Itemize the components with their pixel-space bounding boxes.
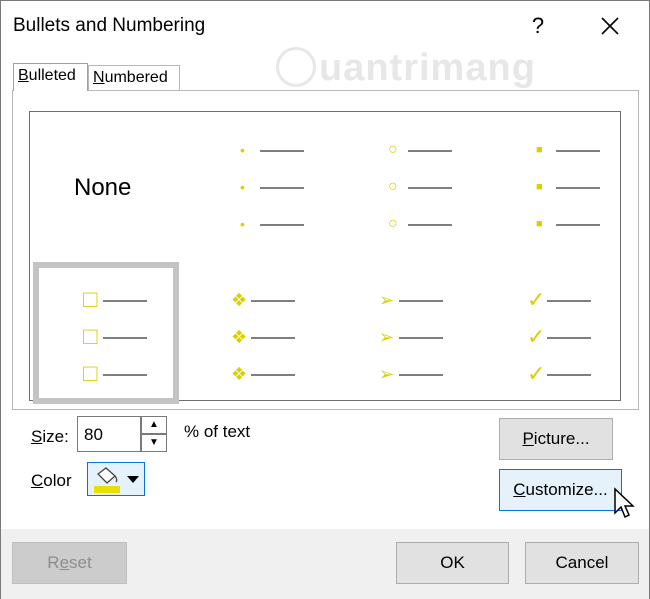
- bullet-text-line: [408, 224, 452, 226]
- cancel-button[interactable]: Cancel: [525, 542, 639, 584]
- tab-bulleted[interactable]: Bulleted: [13, 63, 88, 91]
- arrowhead-bullet-icon: ➢: [379, 290, 395, 310]
- bullet-text-line: [103, 337, 147, 339]
- bullet-option-hollow-circle[interactable]: ○ ○ ○: [326, 112, 472, 254]
- filled-dot-bullet-icon: •: [240, 216, 245, 232]
- bullets-numbering-dialog: Bullets and Numbering ? uantrimang Bulle…: [0, 0, 650, 599]
- picture-accesskey: P: [522, 429, 534, 448]
- ok-button[interactable]: OK: [396, 542, 509, 584]
- reset-label-start: R: [47, 553, 60, 572]
- filled-dot-bullet-icon: •: [240, 142, 245, 158]
- bullet-text-line: [103, 300, 147, 302]
- hollow-square-bullet-icon: □: [83, 360, 98, 387]
- bullet-option-checkmark[interactable]: ✓ ✓ ✓: [477, 262, 623, 404]
- bullet-text-line: [251, 337, 295, 339]
- hollow-circle-bullet-icon: ○: [388, 215, 398, 232]
- tab-numbered-label: umbered: [104, 69, 168, 86]
- checkmark-bullet-icon: ✓: [527, 361, 546, 386]
- filled-square-bullet-icon: ■: [536, 143, 543, 156]
- fill-bucket-icon: [94, 467, 120, 493]
- help-button[interactable]: ?: [523, 9, 553, 43]
- close-icon: [601, 17, 619, 35]
- bullet-text-line: [556, 187, 600, 189]
- color-label: Color: [31, 471, 72, 491]
- bullet-text-line: [399, 337, 443, 339]
- bullet-text-line: [260, 187, 304, 189]
- arrowhead-bullet-icon: ➢: [379, 364, 395, 384]
- reset-accesskey: e: [59, 553, 70, 572]
- mouse-pointer-icon: [614, 487, 635, 519]
- bullet-text-line: [547, 300, 591, 302]
- watermark-text: uantrimang: [319, 47, 536, 89]
- bullet-text-line: [547, 337, 591, 339]
- customize-accesskey: C: [513, 480, 526, 499]
- tab-bulleted-label: ulleted: [28, 67, 76, 84]
- color-picker-button[interactable]: [87, 462, 145, 496]
- customize-button[interactable]: Customize...: [499, 469, 622, 511]
- bullet-option-filled-dot[interactable]: • • •: [178, 112, 324, 254]
- spin-up-icon: ▲: [149, 419, 159, 430]
- bullet-option-arrowhead[interactable]: ➢ ➢ ➢: [329, 262, 475, 404]
- tab-bulleted-accesskey: B: [18, 67, 29, 84]
- none-label: None: [74, 174, 132, 201]
- four-diamond-bullet-icon: ❖: [231, 290, 248, 310]
- hollow-circle-bullet-icon: ○: [388, 178, 398, 195]
- size-input[interactable]: 80: [77, 416, 141, 452]
- checkmark-bullet-icon: ✓: [527, 287, 546, 312]
- dialog-title: Bullets and Numbering: [13, 15, 206, 36]
- reset-label-end: set: [69, 553, 92, 572]
- checkmark-bullet-icon: ✓: [527, 324, 546, 349]
- bullet-option-filled-square[interactable]: ■ ■ ■: [474, 112, 620, 254]
- size-accesskey: S: [31, 427, 43, 446]
- four-diamond-bullet-icon: ❖: [231, 364, 248, 384]
- bullet-option-none[interactable]: None: [30, 112, 176, 254]
- bullet-text-line: [408, 187, 452, 189]
- bullet-text-line: [399, 300, 443, 302]
- color-accesskey: C: [31, 471, 44, 490]
- four-diamond-bullet-icon: ❖: [231, 327, 248, 347]
- hollow-circle-bullet-icon: ○: [388, 141, 398, 158]
- picture-button[interactable]: Picture...: [499, 418, 613, 460]
- bullet-text-line: [260, 224, 304, 226]
- size-label-text: ize:: [42, 427, 69, 446]
- bullet-text-line: [103, 374, 147, 376]
- size-increment-button[interactable]: ▲: [141, 416, 167, 434]
- bullet-text-line: [251, 300, 295, 302]
- arrowhead-bullet-icon: ➢: [379, 327, 395, 347]
- size-label: Size:: [31, 427, 69, 447]
- bullet-text-line: [251, 374, 295, 376]
- watermark-logo-icon: [276, 47, 316, 87]
- hollow-square-bullet-icon: □: [83, 323, 98, 350]
- bullet-gallery: None • • • ○ ○ ○ ■ ■ ■ □ □ □ ❖ ❖ ❖ ➢ ➢ ➢ ✓ ✓ ✓: [29, 111, 623, 404]
- bullet-text-line: [408, 150, 452, 152]
- filled-square-bullet-icon: ■: [536, 180, 543, 193]
- bullet-text-line: [556, 150, 600, 152]
- chevron-down-icon: [127, 476, 139, 483]
- bullet-text-line: [556, 224, 600, 226]
- bullet-option-four-diamond[interactable]: ❖ ❖ ❖: [181, 262, 327, 404]
- filled-dot-bullet-icon: •: [240, 179, 245, 195]
- bullet-text-line: [399, 374, 443, 376]
- filled-square-bullet-icon: ■: [536, 217, 543, 230]
- bullet-option-hollow-square[interactable]: □ □ □: [33, 262, 179, 404]
- color-label-text: olor: [43, 471, 72, 490]
- bullet-text-line: [260, 150, 304, 152]
- size-unit-label: % of text: [184, 422, 251, 441]
- size-decrement-button[interactable]: ▼: [141, 434, 167, 452]
- close-button[interactable]: [593, 9, 627, 43]
- hollow-square-bullet-icon: □: [83, 286, 98, 313]
- tab-numbered-accesskey: N: [93, 69, 105, 86]
- picture-label: icture...: [533, 429, 590, 448]
- spin-down-icon: ▼: [149, 437, 159, 448]
- bullet-text-line: [547, 374, 591, 376]
- tab-numbered[interactable]: Numbered: [88, 65, 180, 91]
- title-bar: Bullets and Numbering ?: [1, 1, 649, 51]
- customize-label: ustomize...: [525, 480, 608, 499]
- reset-button[interactable]: Reset: [12, 542, 127, 584]
